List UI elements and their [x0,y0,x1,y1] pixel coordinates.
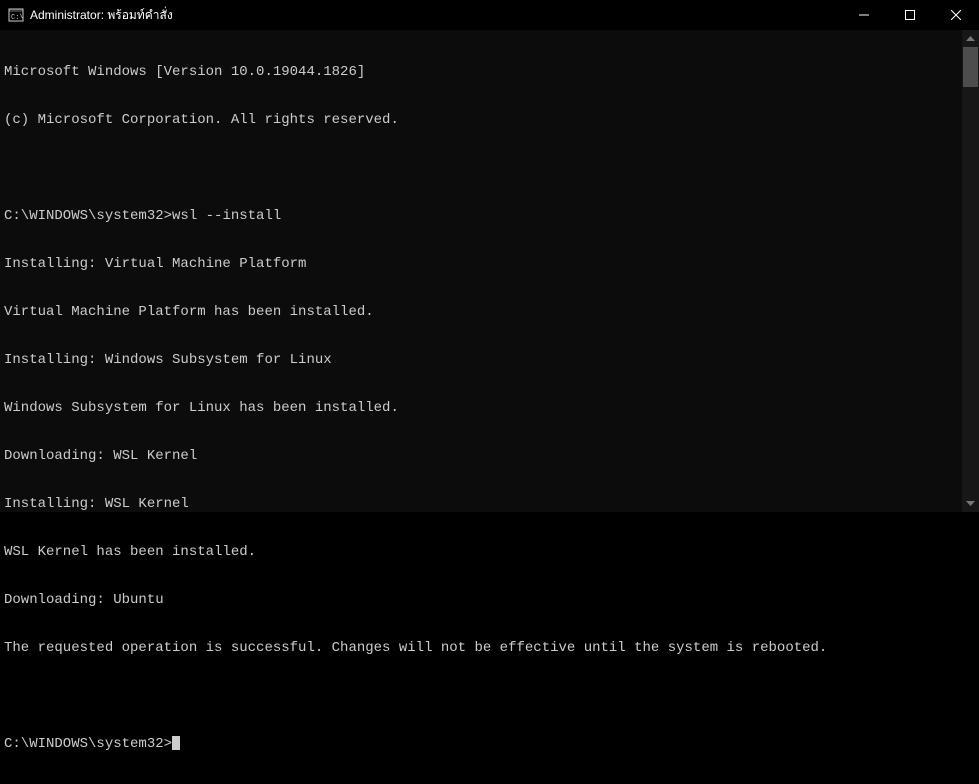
output-line: Installing: Virtual Machine Platform [4,256,958,272]
output-line: Downloading: WSL Kernel [4,448,958,464]
scroll-down-button[interactable] [962,495,979,512]
copyright-line: (c) Microsoft Corporation. All rights re… [4,112,958,128]
window-title: Administrator: พร้อมท์คำสั่ง [30,6,841,25]
terminal-area: Microsoft Windows [Version 10.0.19044.18… [0,30,979,512]
prompt-line: C:\WINDOWS\system32>wsl --install [4,208,958,224]
scroll-up-button[interactable] [962,30,979,47]
command-text: wsl --install [172,208,281,224]
output-line: WSL Kernel has been installed. [4,544,958,560]
prompt-path: C:\WINDOWS\system32> [4,208,172,224]
close-button[interactable] [933,0,979,30]
output-line: Windows Subsystem for Linux has been ins… [4,400,958,416]
title-bar[interactable]: C:\ Administrator: พร้อมท์คำสั่ง [0,0,979,30]
prompt-line: C:\WINDOWS\system32> [4,736,958,752]
terminal-output[interactable]: Microsoft Windows [Version 10.0.19044.18… [0,30,962,512]
svg-text:C:\: C:\ [11,14,24,22]
output-line: Virtual Machine Platform has been instal… [4,304,958,320]
prompt-path: C:\WINDOWS\system32> [4,736,172,752]
output-line: Downloading: Ubuntu [4,592,958,608]
output-line: Installing: WSL Kernel [4,496,958,512]
output-line: The requested operation is successful. C… [4,640,958,656]
output-line: Installing: Windows Subsystem for Linux [4,352,958,368]
blank-line [4,688,958,704]
minimize-button[interactable] [841,0,887,30]
scroll-thumb[interactable] [963,47,978,87]
blank-line [4,160,958,176]
window-controls [841,0,979,30]
scrollbar[interactable] [962,30,979,512]
version-line: Microsoft Windows [Version 10.0.19044.18… [4,64,958,80]
cursor [172,736,180,750]
cmd-icon: C:\ [8,7,24,23]
maximize-button[interactable] [887,0,933,30]
